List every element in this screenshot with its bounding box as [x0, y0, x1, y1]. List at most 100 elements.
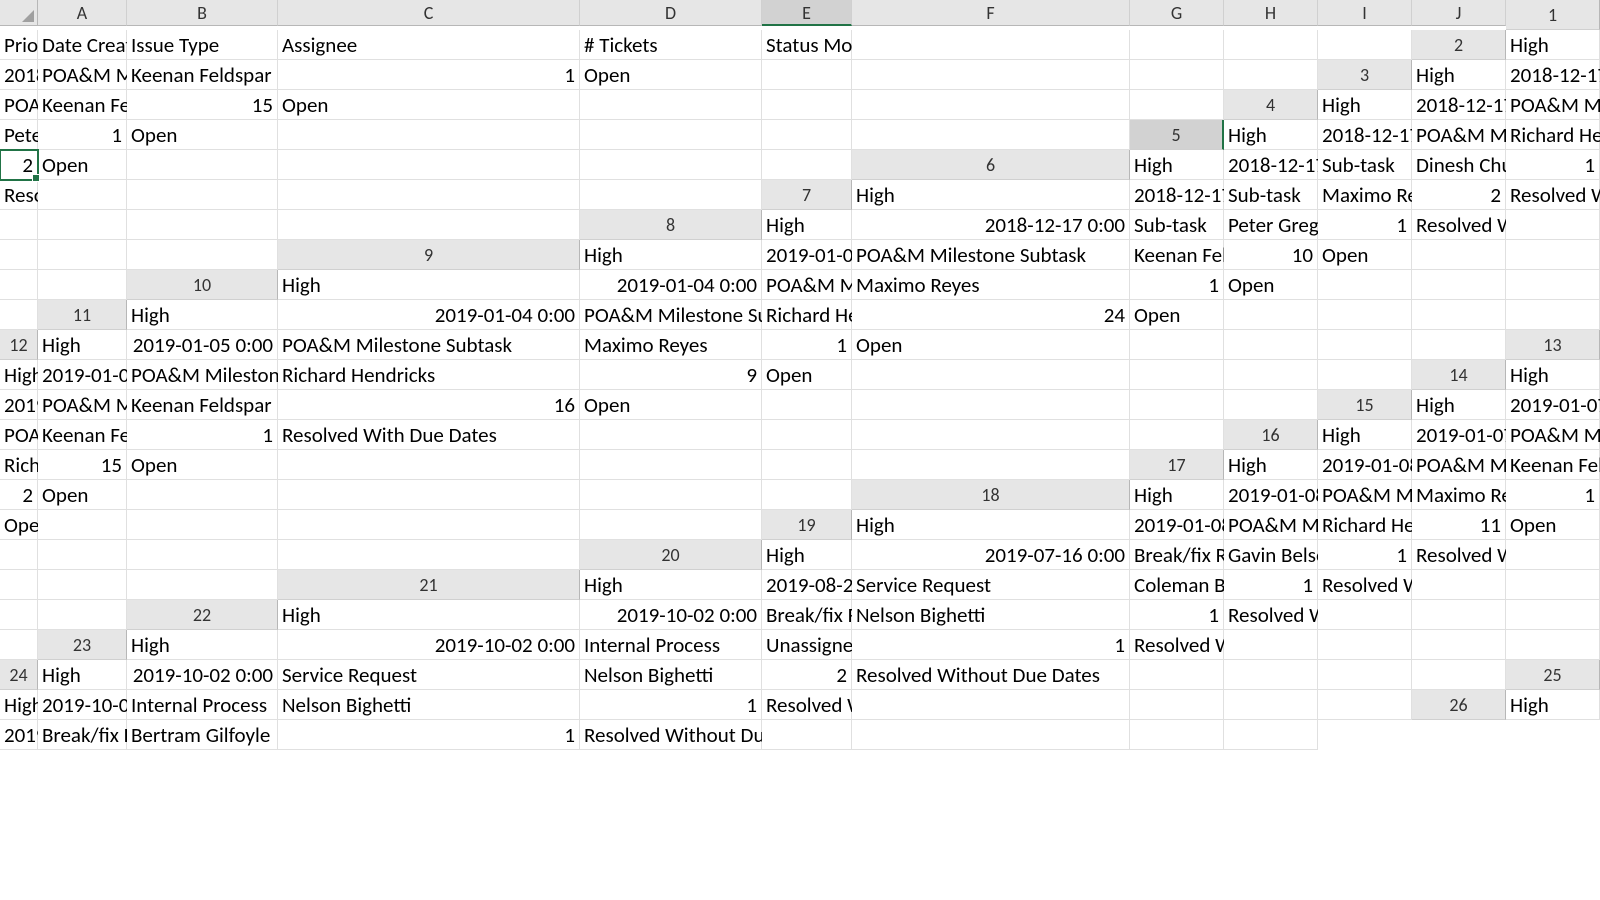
cell-E8[interactable]: 1 — [1318, 210, 1412, 240]
cell-F4[interactable]: Open — [127, 120, 278, 150]
cell-D8[interactable]: Peter Gregory — [1224, 210, 1318, 240]
cell-B24[interactable]: 2019-10-02 0:00 — [127, 660, 278, 690]
cell-J20[interactable] — [127, 570, 278, 600]
cell-G14[interactable] — [762, 390, 852, 420]
cell-B7[interactable]: 2018-12-17 0:00 — [1130, 180, 1224, 210]
cell-F16[interactable]: Open — [127, 450, 278, 480]
cell-E20[interactable]: 1 — [1318, 540, 1412, 570]
cell-E24[interactable]: 2 — [762, 660, 852, 690]
row-header-14[interactable]: 14 — [1412, 360, 1506, 390]
cell-E21[interactable]: 1 — [1224, 570, 1318, 600]
cell-J1[interactable] — [1318, 30, 1412, 60]
cell-G18[interactable] — [38, 510, 127, 540]
cell-B12[interactable]: 2019-01-05 0:00 — [127, 330, 278, 360]
cell-A17[interactable]: High — [1224, 450, 1318, 480]
cell-B26[interactable]: 2019-10-07 0:00 — [0, 720, 38, 750]
cell-E9[interactable]: 10 — [1224, 240, 1318, 270]
cell-J7[interactable] — [278, 210, 580, 240]
cell-B23[interactable]: 2019-10-02 0:00 — [278, 630, 580, 660]
cell-I20[interactable] — [38, 570, 127, 600]
cell-C19[interactable]: POA&M Milestone Subtask — [1224, 510, 1318, 540]
cell-A24[interactable]: High — [38, 660, 127, 690]
cell-J9[interactable] — [38, 270, 127, 300]
cell-G9[interactable] — [1412, 240, 1506, 270]
cell-C4[interactable]: POA&M Milestone Subtask — [1506, 90, 1600, 120]
cell-H11[interactable] — [1318, 300, 1412, 330]
cell-D9[interactable]: Keenan Feldspar — [1130, 240, 1224, 270]
cell-B11[interactable]: 2019-01-04 0:00 — [278, 300, 580, 330]
row-header-25[interactable]: 25 — [1506, 660, 1600, 690]
cell-I13[interactable] — [1224, 360, 1318, 390]
cell-F1[interactable]: Status Modified — [762, 30, 852, 60]
cell-B25[interactable]: 2019-10-04 0:00 — [38, 690, 127, 720]
cell-E10[interactable]: 1 — [1130, 270, 1224, 300]
cell-B4[interactable]: 2018-12-17 0:00 — [1412, 90, 1506, 120]
column-header-F[interactable]: F — [852, 0, 1130, 26]
cell-I19[interactable] — [127, 540, 278, 570]
cell-F21[interactable]: Resolved Without Due Dates — [1318, 570, 1412, 600]
cell-G3[interactable] — [580, 90, 762, 120]
row-header-24[interactable]: 24 — [0, 660, 38, 690]
cell-C23[interactable]: Internal Process — [580, 630, 762, 660]
cell-J17[interactable] — [762, 480, 852, 510]
row-header-18[interactable]: 18 — [852, 480, 1130, 510]
column-header-A[interactable]: A — [38, 0, 127, 26]
cell-I7[interactable] — [127, 210, 278, 240]
cell-H12[interactable] — [1224, 330, 1318, 360]
cell-G15[interactable] — [580, 420, 762, 450]
column-header-G[interactable]: G — [1130, 0, 1224, 26]
cell-D3[interactable]: Keenan Feldspar — [38, 90, 127, 120]
cell-I18[interactable] — [278, 510, 580, 540]
column-header-D[interactable]: D — [580, 0, 762, 26]
cell-J2[interactable] — [1224, 60, 1318, 90]
cell-E23[interactable]: 1 — [852, 630, 1130, 660]
cell-B19[interactable]: 2019-01-08 0:00 — [1130, 510, 1224, 540]
cell-A2[interactable]: High — [1506, 30, 1600, 60]
row-header-1[interactable]: 1 — [1506, 0, 1600, 30]
cell-B18[interactable]: 2019-01-08 0:00 — [1224, 480, 1318, 510]
cell-D4[interactable]: Peter Gregory — [0, 120, 38, 150]
cell-A19[interactable]: High — [852, 510, 1130, 540]
cell-A11[interactable]: High — [127, 300, 278, 330]
cell-G21[interactable] — [1412, 570, 1506, 600]
cell-G8[interactable] — [1506, 210, 1600, 240]
cell-E18[interactable]: 1 — [1506, 480, 1600, 510]
cell-B8[interactable]: 2018-12-17 0:00 — [852, 210, 1130, 240]
cell-C10[interactable]: POA&M Milestone Subtask — [762, 270, 852, 300]
row-header-7[interactable]: 7 — [762, 180, 852, 210]
cell-E26[interactable]: 1 — [278, 720, 580, 750]
cell-D26[interactable]: Bertram Gilfoyle — [127, 720, 278, 750]
cell-D1[interactable]: Assignee — [278, 30, 580, 60]
cell-G13[interactable] — [852, 360, 1130, 390]
cell-B1[interactable]: Date Created — [38, 30, 127, 60]
cell-E6[interactable]: 1 — [1506, 150, 1600, 180]
cell-G25[interactable] — [852, 690, 1130, 720]
cell-D22[interactable]: Nelson Bighetti — [852, 600, 1130, 630]
row-header-10[interactable]: 10 — [127, 270, 278, 300]
cell-F18[interactable]: Open — [0, 510, 38, 540]
cell-I3[interactable] — [852, 90, 1130, 120]
column-header-B[interactable]: B — [127, 0, 278, 26]
cell-B6[interactable]: 2018-12-17 0:00 — [1224, 150, 1318, 180]
cell-C24[interactable]: Service Request — [278, 660, 580, 690]
cell-I4[interactable] — [762, 120, 852, 150]
cell-F9[interactable]: Open — [1318, 240, 1412, 270]
cell-I16[interactable] — [762, 450, 852, 480]
cell-B13[interactable]: 2019-01-05 0:00 — [38, 360, 127, 390]
cell-H4[interactable] — [580, 120, 762, 150]
cell-H2[interactable] — [852, 60, 1130, 90]
column-header-J[interactable]: J — [1412, 0, 1506, 26]
cell-G19[interactable] — [0, 540, 38, 570]
cell-D5[interactable]: Richard Hendricks — [1506, 120, 1600, 150]
cell-F20[interactable]: Resolved Without Due Dates — [1412, 540, 1506, 570]
cell-F5[interactable]: Open — [38, 150, 127, 180]
cell-G16[interactable] — [278, 450, 580, 480]
cell-E22[interactable]: 1 — [1130, 600, 1224, 630]
cell-G24[interactable] — [1130, 660, 1224, 690]
cell-A21[interactable]: High — [580, 570, 762, 600]
cell-E7[interactable]: 2 — [1412, 180, 1506, 210]
cell-I8[interactable] — [38, 240, 127, 270]
cell-J8[interactable] — [127, 240, 278, 270]
cell-C3[interactable]: POA&M Milestone Subtask — [0, 90, 38, 120]
row-header-2[interactable]: 2 — [1412, 30, 1506, 60]
